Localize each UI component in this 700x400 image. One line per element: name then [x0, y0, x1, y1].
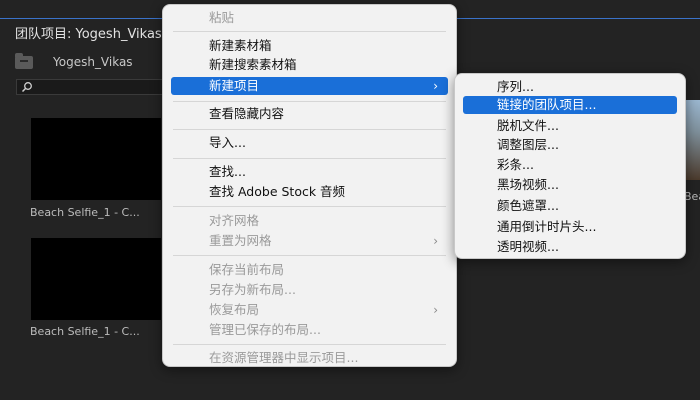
folder-icon[interactable] [15, 52, 33, 69]
clip-label-1[interactable]: Beach Selfie_1 - C... [30, 206, 140, 219]
menu-item-label: 粘贴 [209, 10, 235, 25]
menu-item-label: 另存为新布局... [209, 282, 296, 297]
menu-item-label: 导入... [209, 135, 246, 150]
clip-label-2[interactable]: Beach Selfie_1 - C... [30, 325, 140, 338]
menu-item-find-stock-audio[interactable]: 查找 Adobe Stock 音频 [171, 183, 448, 201]
menu-item-label: 恢复布局 [209, 302, 260, 317]
submenu-item-offline-file[interactable]: 脱机文件... [463, 117, 677, 135]
submenu-item-label: 序列... [497, 79, 534, 94]
menu-separator [173, 344, 446, 345]
clip-thumbnail-3[interactable] [684, 100, 700, 180]
menu-separator [173, 158, 446, 159]
menu-separator [173, 101, 446, 102]
clip-thumbnail-1[interactable] [31, 118, 161, 200]
menu-item-label: 管理已保存的布局... [209, 322, 321, 337]
submenu-item-bars-and-tone[interactable]: 彩条... [463, 156, 677, 174]
menu-item-label: 新建素材箱 [209, 38, 272, 53]
menu-item-align-grid[interactable]: 对齐网格 [171, 212, 448, 230]
submenu-item-sequence[interactable]: 序列... [463, 78, 677, 96]
menu-item-restore-layout[interactable]: 恢复布局 › [171, 301, 448, 319]
menu-separator [173, 31, 446, 32]
new-item-submenu: 序列... 链接的团队项目... 脱机文件... 调整图层... 彩条... 黑… [454, 73, 686, 259]
menu-separator [173, 129, 446, 130]
clip-label-3[interactable]: Beach Selfie [684, 190, 700, 203]
menu-item-save-layout[interactable]: 保存当前布局 [171, 261, 448, 279]
panel-title[interactable]: 团队项目: Yogesh_Vikas [15, 23, 162, 42]
menu-item-paste[interactable]: 粘贴 [171, 9, 448, 27]
submenu-item-label: 脱机文件... [497, 118, 559, 133]
submenu-item-countdown-leader[interactable]: 通用倒计时片头... [463, 218, 677, 236]
menu-item-find[interactable]: 查找... [171, 163, 448, 181]
clip-thumbnail-2[interactable] [31, 238, 161, 320]
menu-item-new-search-bin[interactable]: 新建搜索素材箱 [171, 56, 448, 74]
menu-separator [173, 206, 446, 207]
menu-item-reveal-in-explorer[interactable]: 在资源管理器中显示项目... [171, 349, 448, 367]
submenu-item-label: 调整图层... [497, 137, 559, 152]
menu-item-label: 在资源管理器中显示项目... [209, 350, 359, 365]
menu-separator [173, 255, 446, 256]
submenu-item-label: 链接的团队项目... [497, 97, 597, 112]
menu-item-label: 新建项目 [209, 78, 260, 93]
menu-item-import[interactable]: 导入... [171, 134, 448, 152]
submenu-item-label: 颜色遮罩... [497, 198, 559, 213]
menu-item-label: 查找 Adobe Stock 音频 [209, 184, 346, 199]
menu-item-label: 重置为网格 [209, 233, 272, 248]
chevron-right-icon: › [433, 234, 438, 248]
chevron-right-icon: › [433, 79, 438, 93]
menu-item-label: 查找... [209, 164, 246, 179]
menu-item-new-bin[interactable]: 新建素材箱 [171, 37, 448, 55]
menu-item-view-hidden[interactable]: 查看隐藏内容 [171, 105, 448, 123]
menu-item-label: 新建搜索素材箱 [209, 57, 297, 72]
submenu-item-label: 黑场视频... [497, 177, 559, 192]
submenu-item-label: 通用倒计时片头... [497, 219, 597, 234]
submenu-item-label: 透明视频... [497, 239, 559, 254]
menu-item-manage-layouts[interactable]: 管理已保存的布局... [171, 321, 448, 339]
menu-item-label: 保存当前布局 [209, 262, 285, 277]
menu-item-save-as-layout[interactable]: 另存为新布局... [171, 281, 448, 299]
folder-name[interactable]: Yogesh_Vikas [53, 55, 133, 69]
menu-item-label: 对齐网格 [209, 213, 260, 228]
search-icon [21, 82, 32, 93]
menu-item-label: 查看隐藏内容 [209, 106, 285, 121]
submenu-item-transparent-video[interactable]: 透明视频... [463, 238, 677, 256]
search-input[interactable] [16, 79, 186, 95]
submenu-item-black-video[interactable]: 黑场视频... [463, 176, 677, 194]
submenu-item-color-matte[interactable]: 颜色遮罩... [463, 197, 677, 215]
menu-item-reset-grid[interactable]: 重置为网格 › [171, 232, 448, 250]
submenu-item-adjustment-layer[interactable]: 调整图层... [463, 136, 677, 154]
context-menu: 粘贴 新建素材箱 新建搜索素材箱 新建项目 › 查看隐藏内容 导入... 查找..… [162, 4, 457, 367]
submenu-item-label: 彩条... [497, 157, 534, 172]
menu-item-new-item[interactable]: 新建项目 › [171, 77, 448, 95]
submenu-item-linked-team-project[interactable]: 链接的团队项目... [463, 96, 677, 114]
breadcrumb: Yogesh_Vikas [15, 52, 133, 71]
chevron-right-icon: › [433, 303, 438, 317]
